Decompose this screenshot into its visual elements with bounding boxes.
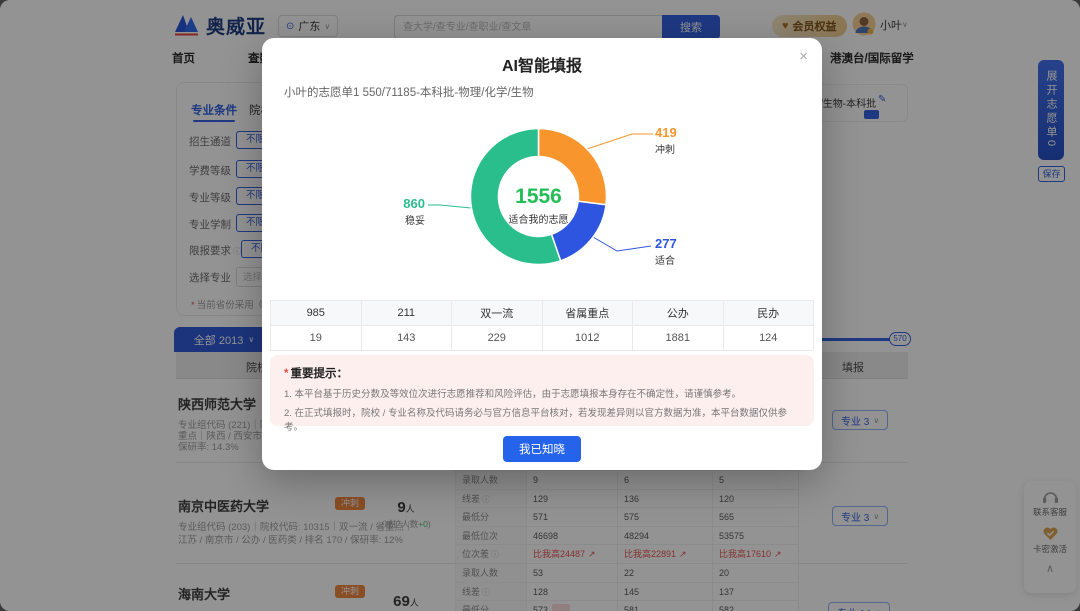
notice-line: 1. 本平台基于历史分数及等效位次进行志愿推荐和风险评估，由于志愿填报本身存在不… bbox=[284, 386, 800, 400]
callout-fit: 277 适合 bbox=[655, 237, 677, 267]
stats-header: 公办 bbox=[633, 301, 724, 326]
app-window: 奥威亚 ⊙ 广东 ∨ 搜索 ♥ 会员权益 小叶 ∨ 首页 查数据 港澳台/国际留… bbox=[0, 0, 1080, 611]
school-type-stats-table: 985 211 双一流 省属重点 公办 民办 19 143 229 1012 1… bbox=[270, 300, 814, 351]
callout-stable: 860 稳妥 bbox=[365, 197, 425, 227]
notice-title: *重要提示： bbox=[284, 365, 800, 381]
callout-line-fit bbox=[593, 237, 651, 251]
stats-value: 1881 bbox=[633, 326, 724, 351]
callout-rush: 419 冲刺 bbox=[655, 126, 677, 156]
stats-header: 985 bbox=[271, 301, 362, 326]
donut-center: 1556 适合我的志愿 bbox=[468, 185, 609, 226]
notice-line: 2. 在正式填报时，院校 / 专业名称及代码请务必与官方信息平台核对，若发现差异… bbox=[284, 405, 800, 433]
callout-line-stable bbox=[428, 205, 471, 208]
stats-header: 省属重点 bbox=[542, 301, 633, 326]
stats-value: 229 bbox=[452, 326, 543, 351]
callout-line-rush bbox=[587, 134, 653, 149]
donut-chart: 1556 适合我的志愿 419 冲刺 277 适合 860 稳妥 bbox=[262, 102, 822, 274]
stats-value: 19 bbox=[271, 326, 362, 351]
total-label: 适合我的志愿 bbox=[468, 211, 609, 226]
stats-header: 双一流 bbox=[452, 301, 543, 326]
stats-header: 民办 bbox=[723, 301, 814, 326]
stats-header: 211 bbox=[361, 301, 452, 326]
ai-report-modal: × AI智能填报 小叶的志愿单1 550/71185-本科批-物理/化学/生物 … bbox=[262, 38, 822, 470]
total-count: 1556 bbox=[468, 185, 609, 208]
important-notice: *重要提示： 1. 本平台基于历史分数及等效位次进行志愿推荐和风险评估，由于志愿… bbox=[270, 355, 814, 426]
stats-value: 143 bbox=[361, 326, 452, 351]
stats-value: 124 bbox=[723, 326, 814, 351]
stats-value: 1012 bbox=[542, 326, 633, 351]
modal-title: AI智能填报 bbox=[262, 52, 822, 76]
confirm-button[interactable]: 我已知晓 bbox=[503, 436, 581, 462]
modal-subtitle: 小叶的志愿单1 550/71185-本科批-物理/化学/生物 bbox=[284, 84, 534, 100]
